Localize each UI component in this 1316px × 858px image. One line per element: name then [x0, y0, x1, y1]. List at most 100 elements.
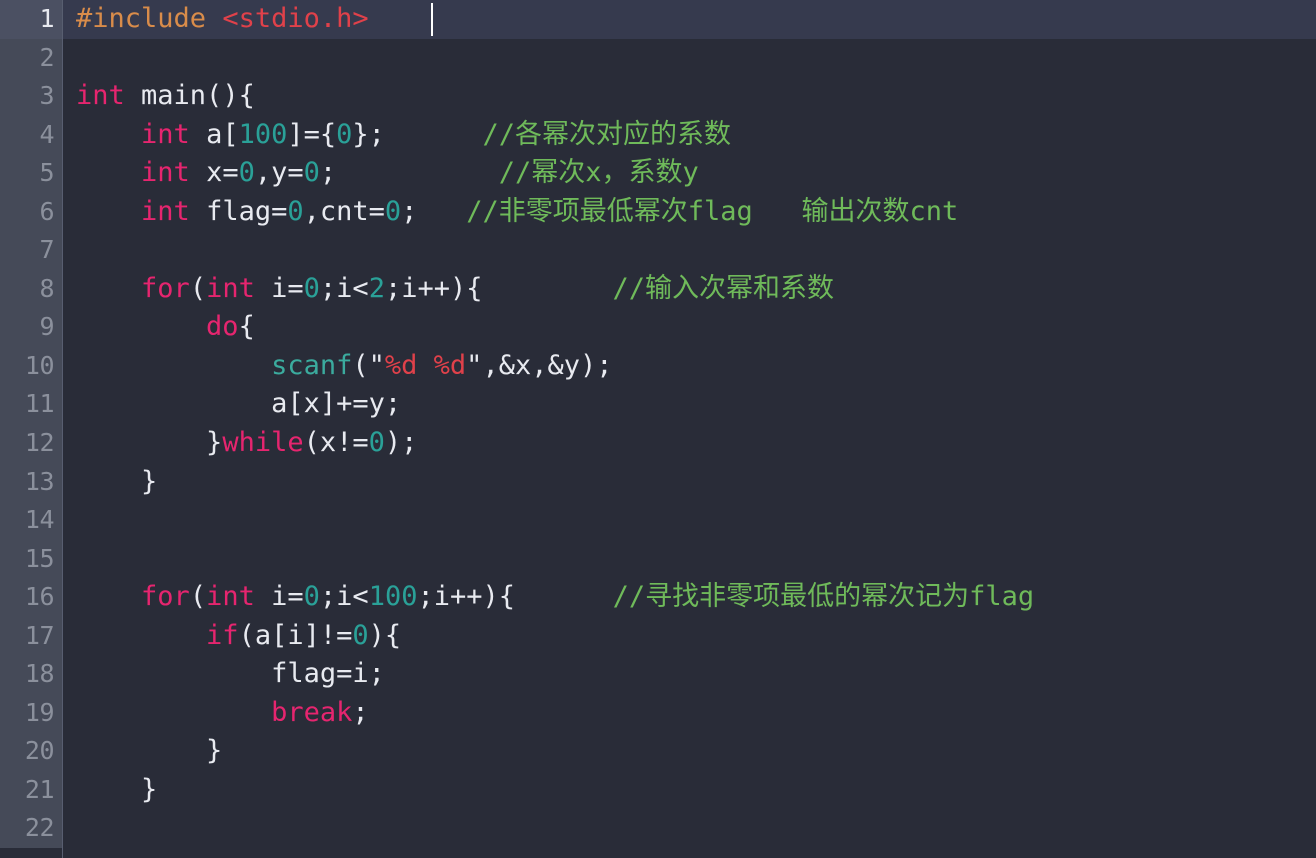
code-token: (: [189, 272, 207, 304]
code-line[interactable]: 3 int main(){: [0, 77, 1316, 116]
line-content[interactable]: [62, 39, 1316, 78]
code-token: 0: [336, 118, 353, 150]
line-content[interactable]: }: [62, 771, 1316, 810]
code-line[interactable]: 15: [0, 539, 1316, 579]
line-number[interactable]: 13: [0, 462, 62, 502]
text-caret: [431, 3, 433, 36]
line-content[interactable]: [62, 809, 1316, 848]
code-line[interactable]: 2: [0, 38, 1316, 78]
code-line[interactable]: 6 int flag=0,cnt=0; //非零项最低幂次flag 输出次数cn…: [0, 192, 1316, 232]
line-number[interactable]: 3: [0, 77, 62, 116]
line-content[interactable]: if(a[i]!=0){: [62, 617, 1316, 656]
code-token: for: [141, 272, 190, 304]
line-content[interactable]: do{: [62, 308, 1316, 347]
code-line[interactable]: 7: [0, 231, 1316, 270]
code-line[interactable]: 11 a[x]+=y;: [0, 385, 1316, 425]
code-line[interactable]: 21 }: [0, 770, 1316, 810]
line-content[interactable]: [62, 540, 1316, 579]
code-line[interactable]: 10 scanf("%d %d",&x,&y);: [0, 346, 1316, 386]
code-line[interactable]: 13 }: [0, 462, 1316, 502]
code-line[interactable]: 8 for(int i=0;i<2;i++){ //输入次幂和系数: [0, 269, 1316, 309]
line-number[interactable]: 16: [0, 578, 62, 617]
line-content[interactable]: [62, 231, 1316, 270]
line-number[interactable]: 19: [0, 693, 62, 733]
line-number[interactable]: 6: [0, 192, 62, 232]
code-token: ;i++){: [417, 581, 516, 613]
code-token: 0: [238, 157, 255, 189]
code-token: %d %d: [384, 349, 467, 381]
line-number[interactable]: 8: [0, 269, 62, 309]
code-editor[interactable]: 1 #include <stdio.h> 2 3 int main(){4 int a[…: [0, 0, 1316, 858]
code-line[interactable]: 1 #include <stdio.h>: [0, 0, 1316, 39]
code-line[interactable]: 4 int a[100]={0}; //各幂次对应的系数: [0, 115, 1316, 155]
code-token: i=: [254, 272, 304, 304]
line-number[interactable]: 22: [0, 809, 62, 849]
line-content[interactable]: [62, 501, 1316, 540]
line-number[interactable]: 12: [0, 424, 62, 463]
code-token: break: [271, 696, 353, 728]
code-line[interactable]: 22: [0, 809, 1316, 849]
line-content[interactable]: for(int i=0;i<100;i++){ //寻找非零项最低的幂次记为fl…: [62, 578, 1316, 617]
line-content[interactable]: int x=0,y=0; //幂次x，系数y: [62, 154, 1316, 193]
line-number[interactable]: 5: [0, 154, 62, 193]
line-content[interactable]: flag=i;: [62, 655, 1316, 694]
code-token: do: [206, 311, 239, 343]
line-number[interactable]: 10: [0, 346, 62, 386]
code-line[interactable]: 19 break;: [0, 693, 1316, 733]
line-content[interactable]: a[x]+=y;: [62, 385, 1316, 424]
code-line[interactable]: 14: [0, 501, 1316, 540]
code-token: 0: [368, 427, 385, 459]
code-line[interactable]: 12 }while(x!=0);: [0, 424, 1316, 463]
code-token: int: [76, 80, 125, 112]
line-number[interactable]: 14: [0, 501, 62, 540]
code-token: ,y=: [254, 157, 304, 189]
code-token: }: [76, 465, 158, 497]
code-line[interactable]: 18 flag=i;: [0, 655, 1316, 694]
code-token: ;: [401, 195, 418, 227]
line-content[interactable]: for(int i=0;i<2;i++){ //输入次幂和系数: [62, 270, 1316, 309]
code-token: }: [76, 735, 223, 767]
line-number[interactable]: 7: [0, 231, 62, 270]
code-lines-container[interactable]: 1 #include <stdio.h> 2 3 int main(){4 int a[…: [0, 0, 1316, 858]
code-token: x=: [189, 157, 239, 189]
code-token: (x!=: [303, 427, 369, 459]
code-line[interactable]: 17 if(a[i]!=0){: [0, 616, 1316, 656]
code-token: ;i<: [319, 581, 369, 613]
line-number[interactable]: 11: [0, 385, 62, 425]
line-number[interactable]: 21: [0, 770, 62, 810]
line-content[interactable]: #include <stdio.h>: [62, 0, 1316, 39]
code-token: //输入次幂和系数: [612, 272, 835, 304]
line-number[interactable]: 17: [0, 616, 62, 656]
line-content[interactable]: int flag=0,cnt=0; //非零项最低幂次flag 输出次数cnt: [62, 193, 1316, 232]
line-content[interactable]: int a[100]={0}; //各幂次对应的系数: [62, 116, 1316, 155]
line-number[interactable]: 1: [0, 0, 62, 39]
line-number[interactable]: 15: [0, 539, 62, 579]
line-content[interactable]: }: [62, 732, 1316, 771]
code-line[interactable]: 20 }: [0, 732, 1316, 771]
code-token: 100: [368, 581, 418, 613]
line-content[interactable]: }: [62, 463, 1316, 502]
code-line[interactable]: 5 int x=0,y=0; //幂次x，系数y: [0, 154, 1316, 193]
line-number[interactable]: 2: [0, 38, 62, 78]
line-content[interactable]: scanf("%d %d",&x,&y);: [62, 347, 1316, 386]
code-line[interactable]: 16 for(int i=0;i<100;i++){ //寻找非零项最低的幂次记…: [0, 578, 1316, 617]
line-number[interactable]: 9: [0, 308, 62, 347]
line-content[interactable]: break;: [62, 694, 1316, 733]
line-number[interactable]: 20: [0, 732, 62, 771]
code-token: scanf: [271, 349, 353, 381]
code-token: <stdio.h>: [222, 3, 369, 34]
line-content[interactable]: }while(x!=0);: [62, 424, 1316, 463]
code-token: 2: [368, 272, 385, 304]
line-number[interactable]: 18: [0, 655, 62, 694]
code-line[interactable]: 9 do{: [0, 308, 1316, 347]
line-number[interactable]: 4: [0, 115, 62, 155]
line-content[interactable]: int main(){: [62, 77, 1316, 116]
code-token: if: [206, 619, 239, 651]
code-token: 100: [238, 118, 288, 150]
